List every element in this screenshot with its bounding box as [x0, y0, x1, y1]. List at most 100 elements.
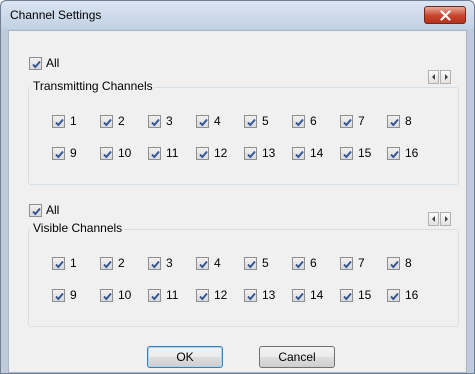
close-button[interactable]: [424, 6, 466, 24]
visible-channel-label: 1: [70, 256, 77, 270]
checkbox-box[interactable]: [340, 146, 353, 160]
checkbox-box[interactable]: [148, 146, 161, 160]
checkbox-box[interactable]: [244, 256, 257, 270]
transmitting-channel-checkbox[interactable]: 8: [387, 114, 412, 128]
scroll-left-button[interactable]: [428, 212, 439, 226]
checkbox-box[interactable]: [244, 114, 257, 128]
visible-all-checkbox[interactable]: All: [29, 203, 59, 217]
ok-button[interactable]: OK: [147, 346, 223, 368]
visible-channel-checkbox[interactable]: 14: [292, 288, 323, 302]
visible-channel-checkbox[interactable]: 2: [100, 256, 125, 270]
transmitting-channel-label: 15: [358, 146, 372, 160]
checkbox-box[interactable]: [387, 288, 400, 302]
visible-channel-checkbox[interactable]: 7: [340, 256, 365, 270]
scroll-left-button[interactable]: [428, 70, 439, 84]
transmitting-channel-checkbox[interactable]: 2: [100, 114, 125, 128]
scroll-right-button[interactable]: [440, 70, 451, 84]
transmitting-channel-label: 9: [70, 146, 77, 160]
visible-channel-checkbox[interactable]: 9: [52, 288, 77, 302]
checkmark-icon: [151, 118, 160, 126]
scroll-right-button[interactable]: [440, 212, 451, 226]
visible-channel-checkbox[interactable]: 11: [148, 288, 178, 302]
transmitting-channel-label: 6: [310, 114, 317, 128]
checkbox-box[interactable]: [196, 114, 209, 128]
dialog-body: All 1 2 3 4 5 6 7 8 9 10 11 12 13 14 15 16 Transmitting…: [8, 30, 467, 373]
checkbox-box[interactable]: [52, 288, 65, 302]
checkbox-box[interactable]: [196, 146, 209, 160]
transmitting-channel-checkbox[interactable]: 13: [244, 146, 275, 160]
visible-channel-checkbox[interactable]: 10: [100, 288, 131, 302]
transmitting-channel-checkbox[interactable]: 6: [292, 114, 317, 128]
checkbox-box[interactable]: [244, 146, 257, 160]
checkbox-box[interactable]: [292, 256, 305, 270]
visible-channel-checkbox[interactable]: 16: [387, 288, 418, 302]
visible-channel-checkbox[interactable]: 4: [196, 256, 221, 270]
visible-group: 1 2 3 4 5 6 7 8 9 10 11 12 13 14 15 16: [28, 229, 459, 327]
visible-channel-label: 14: [310, 288, 324, 302]
checkbox-box[interactable]: [292, 146, 305, 160]
visible-channel-checkbox[interactable]: 5: [244, 256, 269, 270]
transmitting-channel-checkbox[interactable]: 9: [52, 146, 77, 160]
visible-channel-checkbox[interactable]: 8: [387, 256, 412, 270]
transmitting-channel-label: 11: [166, 146, 179, 160]
checkbox-box[interactable]: [196, 256, 209, 270]
checkbox-box[interactable]: [340, 256, 353, 270]
checkmark-icon: [103, 260, 112, 268]
arrow-right-icon: [445, 74, 448, 80]
transmitting-all-checkbox[interactable]: All: [29, 56, 59, 70]
transmitting-channel-checkbox[interactable]: 14: [292, 146, 323, 160]
checkbox-box[interactable]: [244, 288, 257, 302]
checkmark-icon: [247, 150, 256, 158]
checkbox-box[interactable]: [387, 256, 400, 270]
checkbox-box[interactable]: [100, 114, 113, 128]
visible-channel-checkbox[interactable]: 1: [52, 256, 77, 270]
title-bar: Channel Settings: [1, 1, 474, 29]
checkbox-box[interactable]: [387, 114, 400, 128]
transmitting-channel-checkbox[interactable]: 15: [340, 146, 371, 160]
arrow-left-icon: [432, 74, 435, 80]
checkbox-box[interactable]: [100, 146, 113, 160]
checkbox-box[interactable]: [292, 288, 305, 302]
window-title: Channel Settings: [10, 8, 102, 22]
visible-scroll[interactable]: [428, 212, 451, 226]
checkbox-box[interactable]: [100, 256, 113, 270]
transmitting-channel-checkbox[interactable]: 12: [196, 146, 227, 160]
checkbox-box[interactable]: [148, 288, 161, 302]
checkbox-box[interactable]: [100, 288, 113, 302]
visible-channel-checkbox[interactable]: 6: [292, 256, 317, 270]
checkbox-box[interactable]: [52, 114, 65, 128]
visible-channel-label: 7: [358, 256, 365, 270]
transmitting-channel-checkbox[interactable]: 7: [340, 114, 365, 128]
visible-channel-checkbox[interactable]: 15: [340, 288, 371, 302]
visible-channel-checkbox[interactable]: 13: [244, 288, 275, 302]
checkbox-box[interactable]: [292, 114, 305, 128]
transmitting-channel-checkbox[interactable]: 16: [387, 146, 418, 160]
visible-channel-checkbox[interactable]: 12: [196, 288, 227, 302]
transmitting-channel-checkbox[interactable]: 5: [244, 114, 269, 128]
checkmark-icon: [199, 292, 208, 300]
transmitting-channel-checkbox[interactable]: 11: [148, 146, 178, 160]
checkbox-box[interactable]: [29, 203, 42, 217]
checkbox-box[interactable]: [148, 114, 161, 128]
transmitting-channel-checkbox[interactable]: 10: [100, 146, 131, 160]
cancel-button[interactable]: Cancel: [259, 346, 335, 368]
checkbox-box[interactable]: [29, 56, 42, 70]
checkmark-icon: [32, 207, 41, 215]
visible-channel-label: 3: [166, 256, 173, 270]
checkbox-box[interactable]: [148, 256, 161, 270]
checkmark-icon: [151, 292, 160, 300]
checkbox-box[interactable]: [387, 146, 400, 160]
dialog-window: Channel Settings All 1 2 3 4 5 6 7 8 9 10 11 12 13 14…: [0, 0, 475, 374]
transmitting-channel-checkbox[interactable]: 1: [52, 114, 77, 128]
checkbox-box[interactable]: [340, 114, 353, 128]
checkbox-box[interactable]: [52, 256, 65, 270]
checkbox-box[interactable]: [340, 288, 353, 302]
checkmark-icon: [343, 292, 352, 300]
checkbox-box[interactable]: [52, 146, 65, 160]
transmitting-scroll[interactable]: [428, 70, 451, 84]
checkbox-box[interactable]: [196, 288, 209, 302]
transmitting-channel-label: 12: [214, 146, 228, 160]
visible-channel-checkbox[interactable]: 3: [148, 256, 173, 270]
transmitting-channel-checkbox[interactable]: 3: [148, 114, 173, 128]
transmitting-channel-checkbox[interactable]: 4: [196, 114, 221, 128]
